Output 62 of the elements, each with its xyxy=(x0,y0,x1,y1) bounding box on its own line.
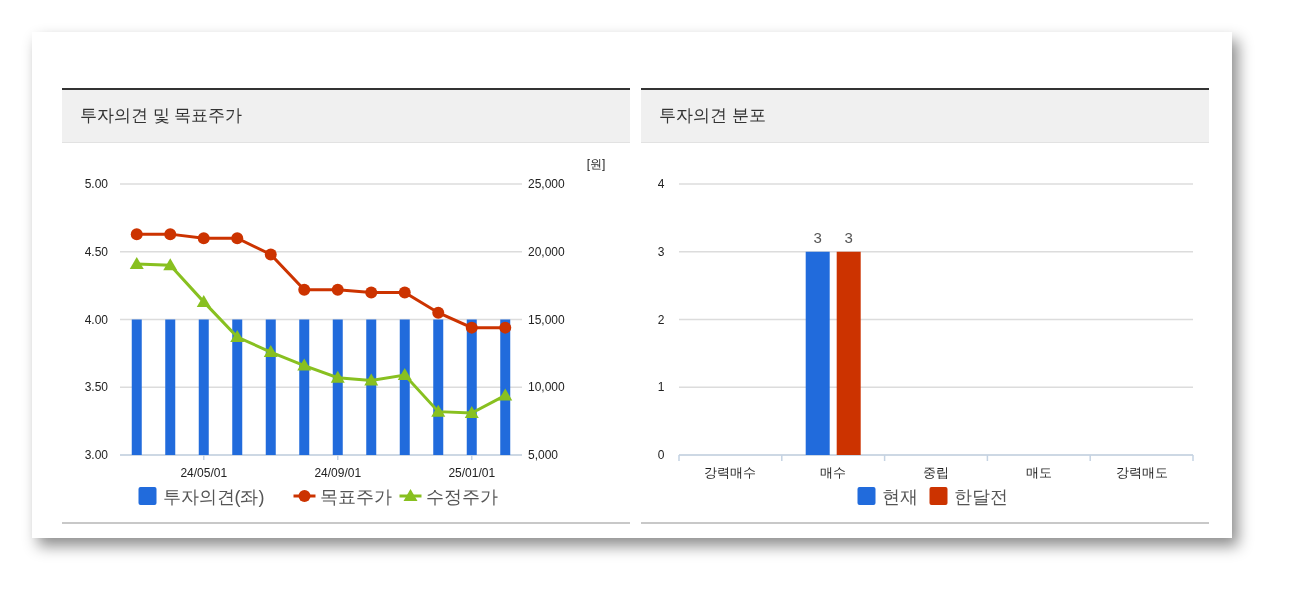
point xyxy=(130,228,143,241)
y-axis-label: 10,000 xyxy=(528,380,565,395)
x-axis-label: 25/01/01 xyxy=(448,466,496,480)
y-axis-label: 2 xyxy=(657,312,665,327)
point xyxy=(364,373,379,386)
x-axis-label: 매수 xyxy=(820,465,847,480)
x-axis-label: 24/09/01 xyxy=(314,466,362,480)
point xyxy=(297,358,312,371)
point xyxy=(465,321,478,334)
y-axis-label: 1 xyxy=(657,380,665,395)
legend-line-triangle-icon xyxy=(399,489,422,501)
y-axis-label: 0 xyxy=(657,448,665,462)
y-axis-label: 4.50 xyxy=(84,244,108,259)
panel-title: 투자의견 및 목표주가 xyxy=(80,105,243,128)
legend-swatch xyxy=(929,487,948,505)
x-axis-label: 중립 xyxy=(923,465,949,480)
y-axis-label: 20,000 xyxy=(528,244,565,259)
y-axis-label: 25,000 xyxy=(528,177,565,191)
point xyxy=(431,404,446,417)
legend-line-circle-icon xyxy=(293,490,316,502)
point xyxy=(129,256,144,269)
data-label: 3 xyxy=(844,228,853,246)
legend-label: 현재 xyxy=(881,487,918,507)
point xyxy=(330,370,345,383)
y-axis-label: 3 xyxy=(657,244,665,259)
point xyxy=(398,286,411,299)
point xyxy=(498,388,513,401)
y-axis-label: 5,000 xyxy=(528,448,559,462)
x-axis-label: 매도 xyxy=(1025,465,1052,480)
axis-unit-label: [원] xyxy=(586,157,606,171)
legend-swatch xyxy=(857,487,876,505)
point xyxy=(397,368,412,381)
data-label: 3 xyxy=(813,228,822,246)
panel-title: 투자의견 분포 xyxy=(659,105,766,128)
point xyxy=(264,248,277,261)
legend-swatch xyxy=(138,487,157,505)
point xyxy=(365,286,378,299)
x-axis-label: 24/05/01 xyxy=(180,466,228,480)
y-axis-label: 3.00 xyxy=(84,448,108,462)
point xyxy=(432,306,445,319)
legend-label: 한달전 xyxy=(953,487,1008,507)
point xyxy=(499,321,512,334)
point xyxy=(231,232,244,245)
point xyxy=(230,330,245,343)
point xyxy=(164,228,177,241)
x-axis-label: 강력매수 xyxy=(704,465,757,480)
point xyxy=(298,283,311,296)
legend-label: 목표주가 xyxy=(319,487,392,507)
point xyxy=(263,345,278,357)
x-axis-label: 강력매도 xyxy=(1115,465,1168,480)
point xyxy=(197,232,210,245)
legend-label: 투자의견(좌) xyxy=(162,487,265,507)
point xyxy=(196,294,211,307)
point xyxy=(163,258,178,271)
point xyxy=(464,406,479,418)
y-axis-label: 5.00 xyxy=(84,177,108,191)
point xyxy=(331,283,344,296)
y-axis-label: 4.00 xyxy=(84,312,108,327)
y-axis-label: 15,000 xyxy=(528,312,565,327)
legend-label: 수정주가 xyxy=(425,487,498,507)
y-axis-label: 3.50 xyxy=(84,380,108,395)
y-axis-label: 4 xyxy=(657,177,665,191)
